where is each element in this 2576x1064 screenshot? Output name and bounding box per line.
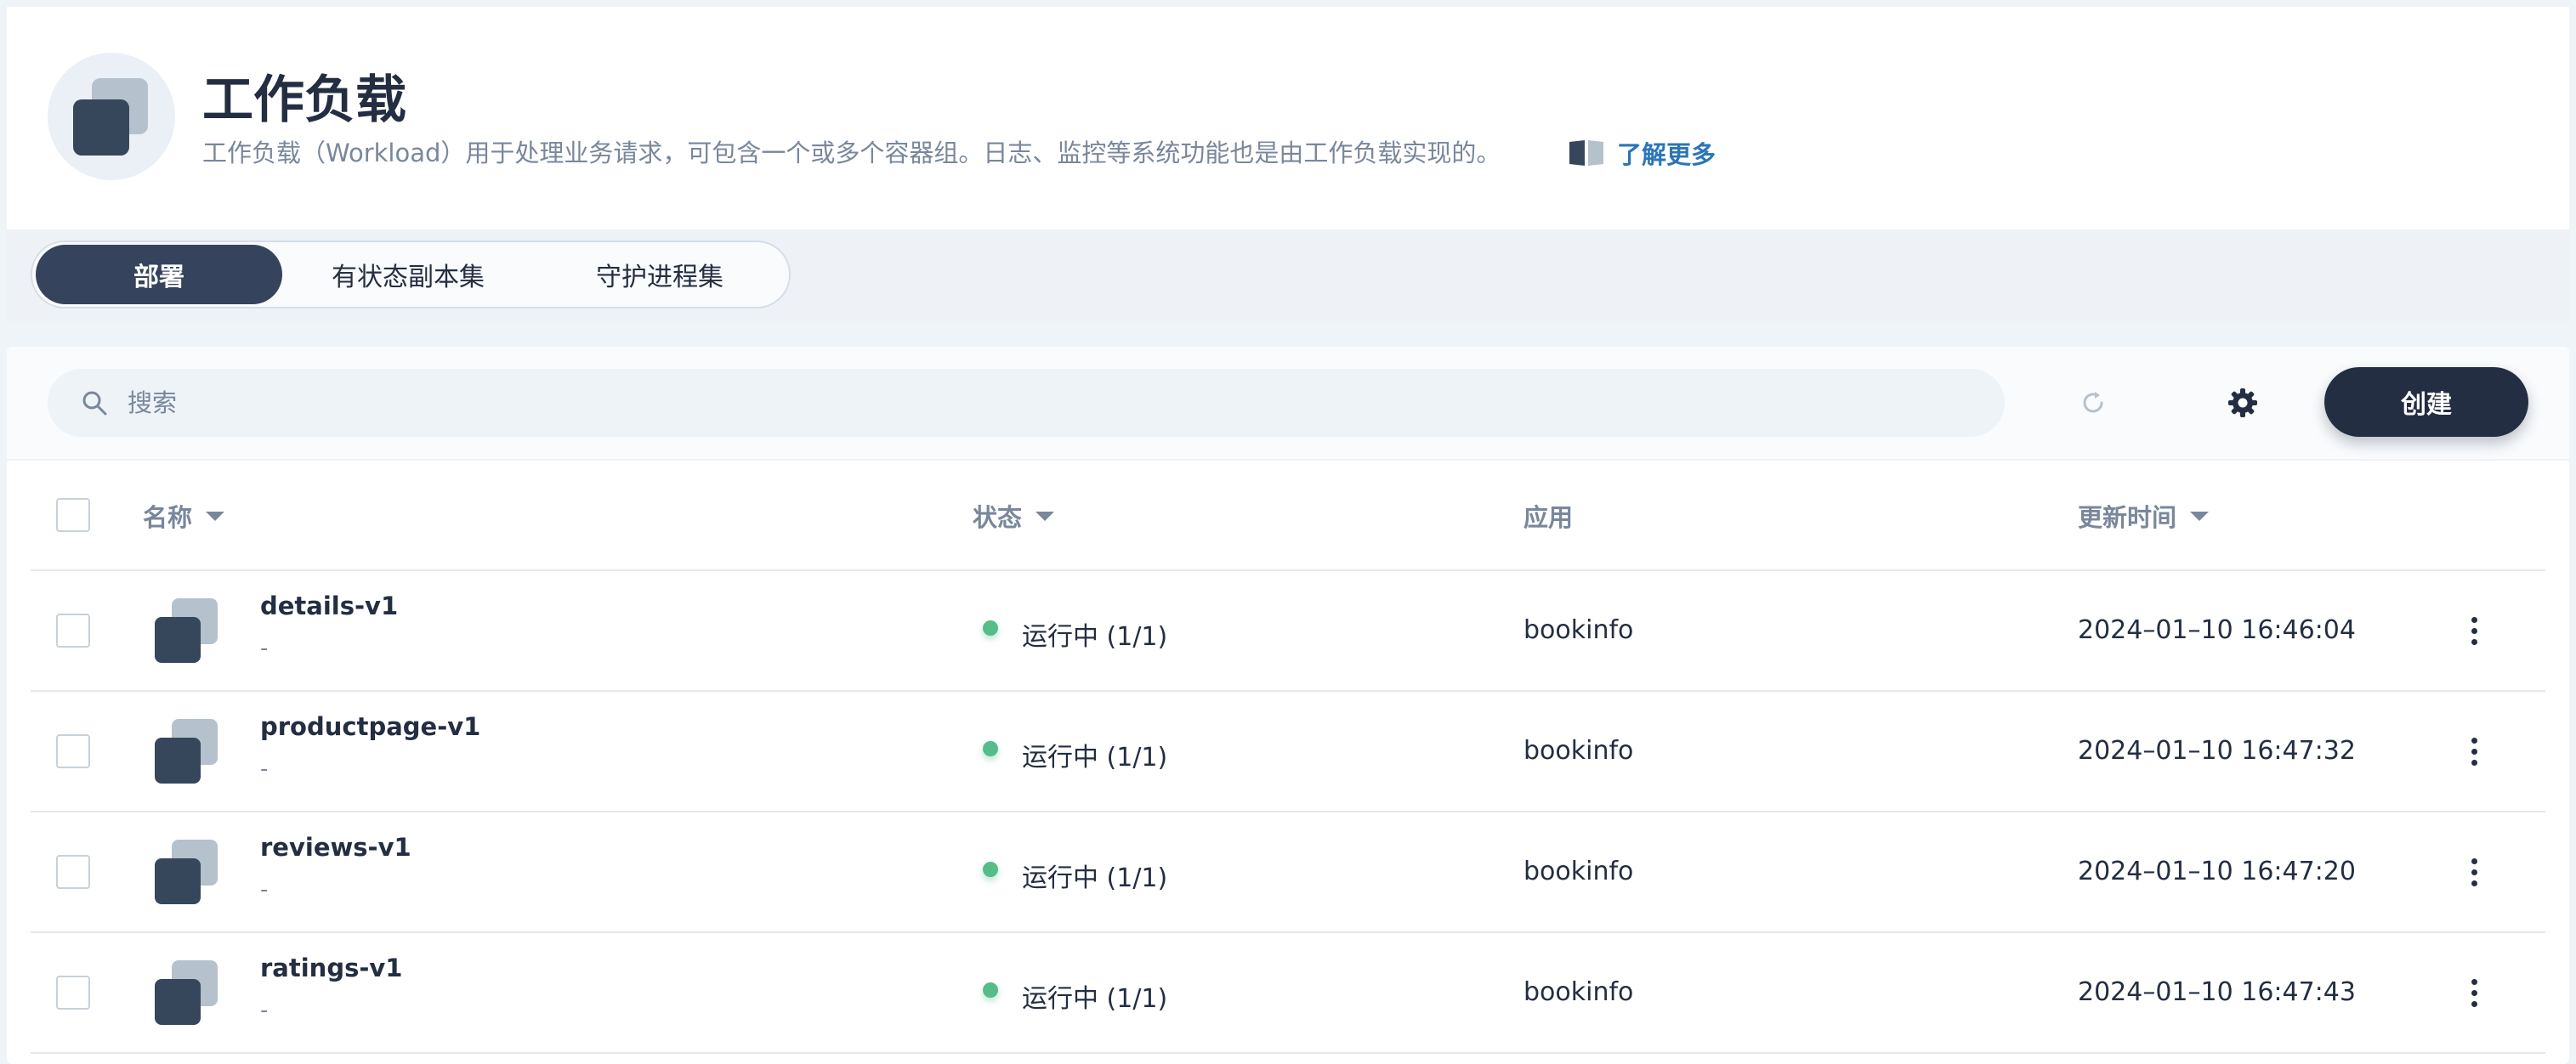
column-header-app: 应用: [1523, 495, 1573, 537]
workload-app: bookinfo: [1523, 857, 1634, 886]
workload-list-card: 创建 名称 状态 应用 更新时间: [7, 347, 2569, 1064]
create-button[interactable]: 创建: [2324, 367, 2528, 437]
column-header-status[interactable]: 状态: [973, 495, 1055, 537]
refresh-icon: [2083, 392, 2103, 413]
table-row: details-v1 - 运行中 (1/1) bookinfo 2024–01–…: [31, 571, 2545, 692]
list-toolbar: 创建: [7, 347, 2569, 461]
workload-icon: [155, 598, 223, 666]
workload-icon: [155, 960, 223, 1028]
gear-icon: [2228, 388, 2257, 417]
row-checkbox[interactable]: [56, 976, 90, 1010]
refresh-button[interactable]: [2071, 381, 2115, 425]
more-vertical-icon[interactable]: [2455, 974, 2493, 1011]
workload-name-link[interactable]: ratings-v1: [260, 954, 402, 982]
more-vertical-icon[interactable]: [2455, 853, 2493, 891]
workload-description: -: [260, 636, 269, 661]
book-icon: [1569, 140, 1603, 166]
filter-caret-icon: [1036, 511, 1055, 521]
workload-app: bookinfo: [1523, 615, 1634, 645]
column-name-label: 名称: [143, 503, 193, 532]
settings-button[interactable]: [2221, 381, 2265, 425]
column-app-label: 应用: [1523, 503, 1574, 532]
workload-icon: [155, 840, 223, 908]
workload-app: bookinfo: [1523, 736, 1634, 766]
search-icon: [82, 391, 107, 416]
select-all-checkbox[interactable]: [56, 498, 90, 532]
row-checkbox[interactable]: [56, 614, 90, 648]
workload-description: -: [260, 877, 269, 903]
page-header: 工作负载 工作负载（Workload）用于处理业务请求，可包含一个或多个容器组。…: [7, 7, 2569, 229]
status-running-dot: [983, 620, 998, 636]
column-updated-label: 更新时间: [2078, 503, 2177, 532]
learn-more-label: 了解更多: [1617, 140, 1716, 169]
workload-updated-time: 2024–01–10 16:47:43: [2078, 977, 2356, 1007]
row-checkbox[interactable]: [56, 734, 90, 768]
workload-table: 名称 状态 应用 更新时间 details-v1 - 运行中 (1/1) boo…: [31, 461, 2545, 1054]
workload-status: 运行中 (1/1): [1022, 984, 1168, 1014]
workload-app: bookinfo: [1523, 977, 1634, 1007]
more-vertical-icon[interactable]: [2455, 612, 2493, 649]
workload-description: -: [260, 756, 269, 782]
workload-type-tabs: 部署 有状态副本集 守护进程集: [31, 241, 791, 308]
table-row: ratings-v1 - 运行中 (1/1) bookinfo 2024–01–…: [31, 933, 2545, 1054]
workload-status: 运行中 (1/1): [1022, 622, 1168, 652]
column-status-label: 状态: [973, 503, 1023, 532]
workload-updated-time: 2024–01–10 16:46:04: [2078, 615, 2356, 645]
status-running-dot: [983, 862, 998, 877]
tab-daemonsets[interactable]: 守护进程集: [534, 245, 786, 304]
tab-deployments[interactable]: 部署: [36, 245, 283, 304]
workload-name-link[interactable]: productpage-v1: [260, 712, 480, 741]
table-row: productpage-v1 - 运行中 (1/1) bookinfo 2024…: [31, 692, 2545, 812]
workload-status: 运行中 (1/1): [1022, 863, 1168, 893]
page-title: 工作负载: [202, 71, 406, 130]
row-checkbox[interactable]: [56, 855, 90, 889]
workload-icon: [155, 719, 223, 787]
column-header-name[interactable]: 名称: [143, 495, 225, 537]
tab-statefulsets[interactable]: 有状态副本集: [282, 245, 534, 304]
learn-more-link[interactable]: 了解更多: [1568, 134, 1716, 172]
workload-description: -: [260, 998, 269, 1023]
workload-name-link[interactable]: reviews-v1: [260, 833, 411, 862]
status-running-dot: [983, 982, 998, 998]
column-header-updated[interactable]: 更新时间: [2078, 495, 2210, 537]
table-row: reviews-v1 - 运行中 (1/1) bookinfo 2024–01–…: [31, 812, 2545, 933]
search-input[interactable]: [128, 388, 1913, 417]
workload-name-link[interactable]: details-v1: [260, 591, 398, 620]
page-description: 工作负载（Workload）用于处理业务请求，可包含一个或多个容器组。日志、监控…: [202, 139, 1501, 167]
workload-updated-time: 2024–01–10 16:47:32: [2078, 736, 2356, 766]
workload-status: 运行中 (1/1): [1022, 743, 1168, 773]
search-bar[interactable]: [48, 369, 2005, 437]
workload-icon: [48, 53, 175, 180]
sort-caret-icon: [2190, 511, 2210, 521]
workload-updated-time: 2024–01–10 16:47:20: [2078, 857, 2356, 886]
table-header: 名称 状态 应用 更新时间: [31, 461, 2545, 571]
status-running-dot: [983, 741, 998, 756]
sort-caret-icon: [206, 511, 225, 521]
workloads-page: 工作负载 工作负载（Workload）用于处理业务请求，可包含一个或多个容器组。…: [0, 0, 2576, 1064]
more-vertical-icon[interactable]: [2455, 733, 2493, 770]
